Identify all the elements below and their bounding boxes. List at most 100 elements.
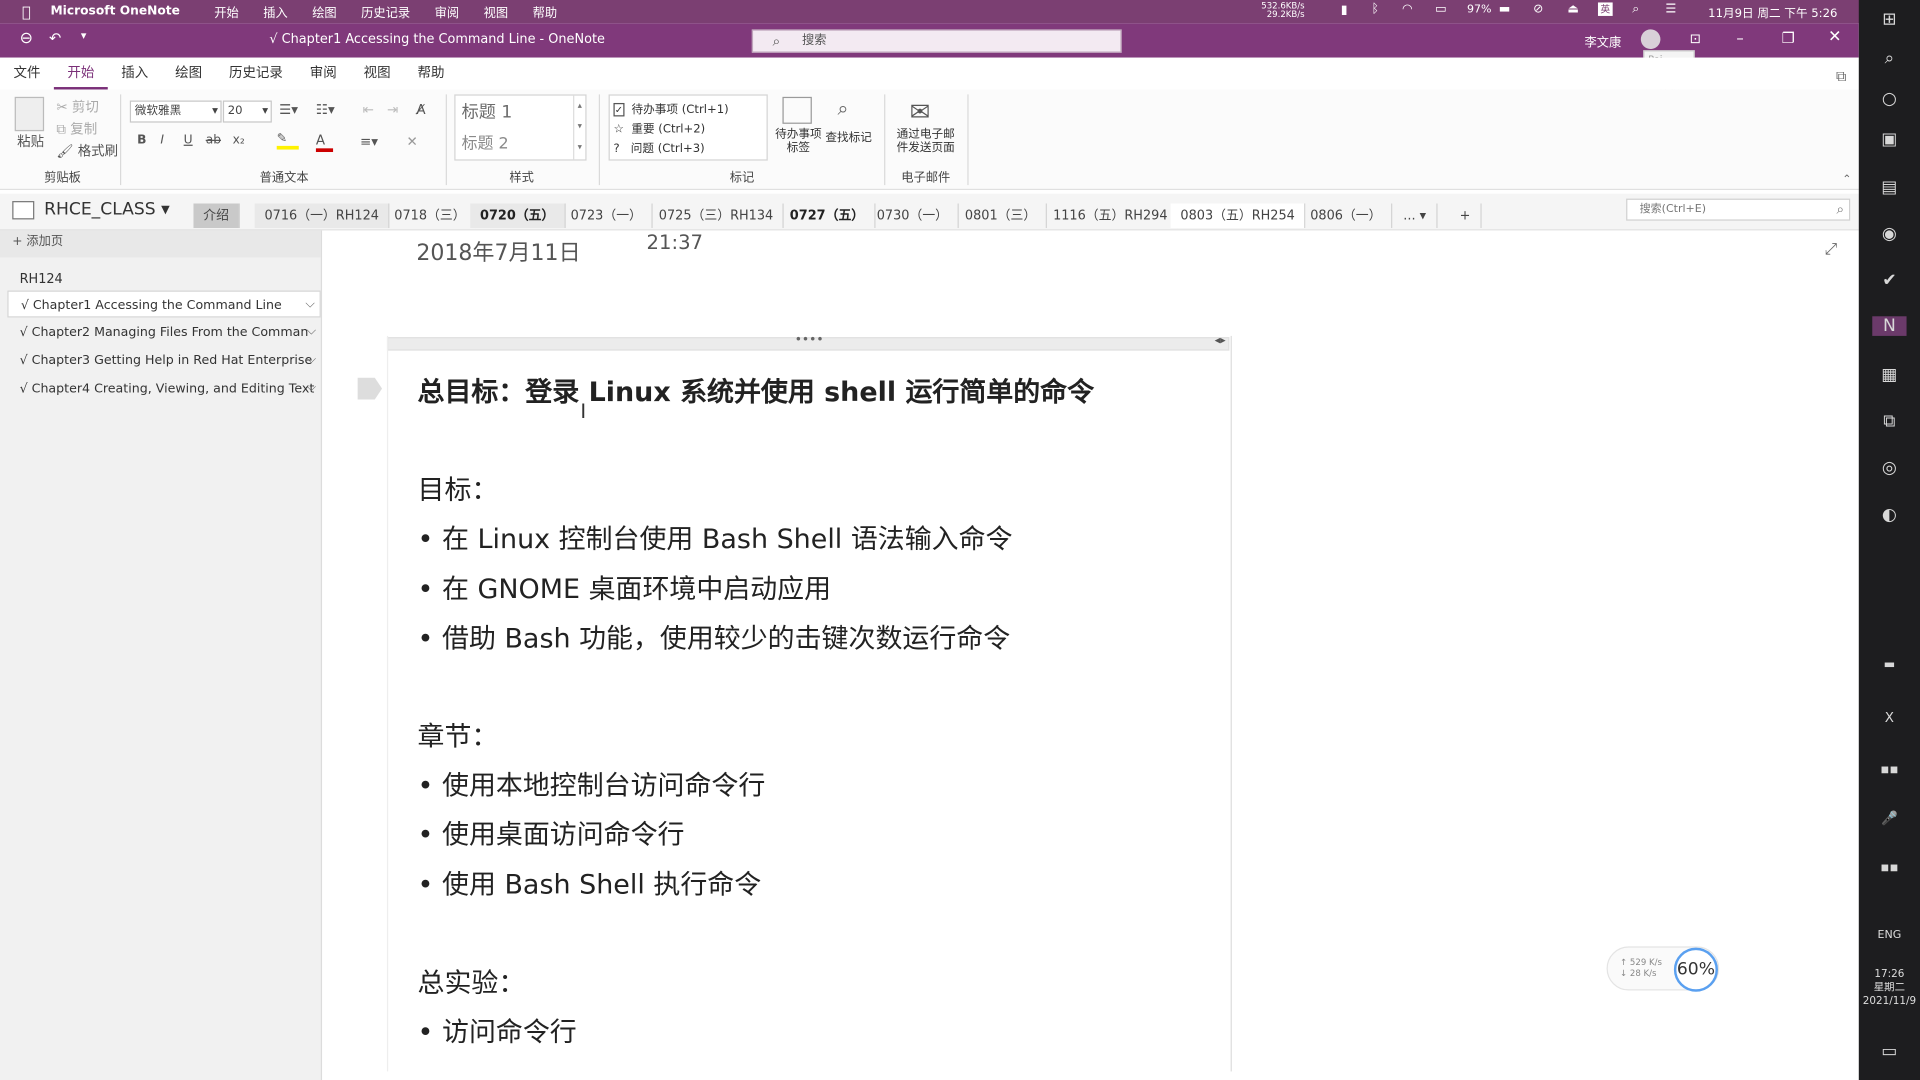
indent-icon[interactable]: ⇥: [387, 102, 398, 118]
font-size-select[interactable]: 20 ▾: [222, 100, 272, 123]
section-tab[interactable]: 0723（一）: [561, 203, 653, 229]
note-line[interactable]: • 使用 Bash Shell 执行命令: [418, 863, 762, 902]
note-text[interactable]: 总目标：登录 Linux 系统并使用 shell 运行简单的命令 目标： • 在…: [386, 335, 1232, 1072]
note-heading[interactable]: 总目标：登录 Linux 系统并使用 shell 运行简单的命令: [418, 370, 1095, 409]
title-search-input[interactable]: ⌕ 搜索: [751, 29, 1122, 53]
format-painter-button[interactable]: 🖌 格式刷: [56, 141, 118, 161]
font-color-button[interactable]: A: [315, 132, 334, 153]
app-icon[interactable]: ▤: [1880, 178, 1900, 198]
heading1-style[interactable]: 标题 1: [462, 99, 513, 124]
windows-start-icon[interactable]: ⊞: [1880, 10, 1900, 30]
find-tags-icon[interactable]: ⌕: [838, 97, 849, 122]
tab-review[interactable]: 审阅: [296, 63, 350, 90]
mac-menu-insert[interactable]: 插入: [263, 2, 287, 20]
restore-button[interactable]: ❐: [1782, 29, 1795, 46]
strikethrough-button[interactable]: ab: [206, 134, 221, 147]
section-tab[interactable]: 0716（一）RH124: [254, 203, 390, 229]
page-item[interactable]: √ Chapter2 Managing Files From the Comma…: [7, 319, 320, 346]
tab-help[interactable]: 帮助: [404, 63, 458, 90]
section-tab[interactable]: 0730（一）: [867, 203, 960, 229]
todo-tag-icon[interactable]: [782, 96, 812, 124]
section-tab[interactable]: 0801（三）: [955, 203, 1048, 229]
expand-icon[interactable]: ⤢: [1825, 240, 1838, 258]
undo-icon[interactable]: ↶: [49, 29, 61, 46]
section-tab[interactable]: 1116（五）RH294: [1043, 203, 1179, 229]
email-icon[interactable]: ✉: [910, 97, 931, 126]
note-line[interactable]: 总实验：: [418, 961, 526, 1000]
note-line[interactable]: • 在 Linux 控制台使用 Bash Shell 语法输入命令: [418, 517, 1013, 556]
subscript-button[interactable]: x₂: [233, 134, 245, 147]
ribbon-display-icon[interactable]: ⊡: [1690, 31, 1701, 47]
align-icon[interactable]: ≡▾: [360, 134, 378, 150]
note-line[interactable]: • 借助 Bash 功能，使用较少的击键次数运行命令: [418, 617, 1011, 656]
tab-home[interactable]: 开始: [53, 63, 108, 90]
paste-icon[interactable]: [14, 96, 45, 132]
tag-important[interactable]: ☆ 重要 (Ctrl+2): [613, 119, 705, 136]
language-indicator[interactable]: ENG: [1859, 929, 1920, 941]
x-app-icon[interactable]: X: [1880, 709, 1900, 729]
search-icon[interactable]: ⌕: [1880, 49, 1900, 69]
quick-access-dropdown-icon[interactable]: ▾: [81, 31, 87, 43]
page-item[interactable]: √ Chapter4 Creating, Viewing, and Editin…: [7, 375, 320, 402]
mac-menu-review[interactable]: 审阅: [435, 2, 459, 20]
todo-tag-button[interactable]: 待办事项标签: [771, 127, 825, 154]
app-icon[interactable]: ⧉: [1880, 412, 1900, 432]
control-center-icon[interactable]: ☰: [1665, 2, 1676, 15]
bluetooth-icon[interactable]: ᛒ: [1371, 2, 1378, 15]
section-tab[interactable]: 介绍: [193, 203, 241, 229]
tray-icon[interactable]: ▪▪: [1880, 760, 1900, 780]
mac-menu-view[interactable]: 视图: [484, 2, 508, 20]
highlight-icon[interactable]: ✎: [276, 132, 299, 150]
minimize-button[interactable]: –: [1736, 29, 1743, 46]
task-view-icon[interactable]: ▣: [1880, 130, 1900, 150]
input-method-icon[interactable]: 英: [1597, 2, 1613, 16]
section-tab[interactable]: 0803（五）RH254: [1170, 203, 1306, 229]
note-line[interactable]: • 访问命令行: [418, 1010, 577, 1049]
spotlight-icon[interactable]: ⌕: [1632, 2, 1639, 15]
user-avatar[interactable]: [1640, 29, 1661, 50]
notebook-search-input[interactable]: 搜索(Ctrl+E) ⌕: [1626, 198, 1851, 221]
section-tab[interactable]: 0725（三）RH134: [649, 203, 785, 229]
eject-icon[interactable]: ⏏: [1567, 2, 1579, 15]
cut-button[interactable]: ✂ 剪切: [56, 97, 99, 117]
apple-icon[interactable]: : [22, 3, 31, 20]
underline-button[interactable]: U: [184, 134, 193, 147]
wifi-icon[interactable]: ◠: [1402, 2, 1413, 15]
section-tab[interactable]: 0718（三）: [384, 203, 477, 229]
todo-app-icon[interactable]: ✔: [1880, 271, 1900, 291]
section-tab[interactable]: 0720（五）: [470, 203, 566, 229]
mac-menu-start[interactable]: 开始: [214, 2, 238, 20]
tab-view[interactable]: 视图: [350, 63, 404, 90]
more-sections-button[interactable]: ... ▾: [1393, 203, 1438, 229]
browser-icon[interactable]: ◉: [1880, 224, 1900, 244]
clear-formatting-icon[interactable]: A̸: [416, 102, 425, 118]
notebook-name[interactable]: RHCE_CLASS ▾: [44, 200, 170, 220]
tags-gallery[interactable]: ✓ 待办事项 (Ctrl+1) ☆ 重要 (Ctrl+2) ? 问题 (Ctrl…: [608, 94, 768, 161]
styles-gallery[interactable]: 标题 1 标题 2 ▴ ▾ ▾: [454, 94, 587, 161]
menubar-clock[interactable]: 11月9日 周二 下午 5:26: [1708, 4, 1837, 20]
app-icon[interactable]: ◐: [1880, 505, 1900, 525]
display-icon[interactable]: ▭: [1435, 2, 1447, 15]
cortana-icon[interactable]: ○: [1880, 89, 1900, 109]
delete-icon[interactable]: ✕: [407, 134, 418, 150]
onenote-icon[interactable]: N: [1872, 316, 1907, 336]
font-family-select[interactable]: 微软雅黑 ▾: [129, 100, 222, 123]
tag-todo[interactable]: ✓ 待办事项 (Ctrl+1): [613, 99, 729, 117]
speed-widget[interactable]: ↑ 529 K/s ↓ 28 K/s 60%: [1606, 946, 1720, 992]
back-icon[interactable]: ⊖: [20, 29, 33, 47]
note-line[interactable]: • 在 GNOME 桌面环境中启动应用: [418, 568, 831, 607]
collapse-ribbon-icon[interactable]: ⌃: [1842, 174, 1851, 186]
bullets-icon[interactable]: ☰▾: [279, 102, 298, 118]
app-icon[interactable]: ▦: [1880, 365, 1900, 385]
email-page-button[interactable]: 通过电子邮件发送页面: [894, 127, 958, 154]
note-line[interactable]: • 使用桌面访问命令行: [418, 813, 685, 852]
mac-menu-history[interactable]: 历史记录: [361, 2, 410, 20]
section-tab[interactable]: 0727（五）: [780, 203, 876, 229]
taskbar-clock[interactable]: 17:26 星期二 2021/11/9: [1859, 968, 1920, 1008]
battery-icon[interactable]: ▬: [1499, 2, 1511, 15]
phone-icon[interactable]: ▮: [1341, 4, 1348, 17]
page-item[interactable]: √ Chapter1 Accessing the Command Line ⌵: [7, 290, 321, 318]
italic-button[interactable]: I: [160, 134, 164, 147]
tab-draw[interactable]: 绘图: [162, 63, 216, 90]
add-page-button[interactable]: + 添加页: [0, 230, 321, 258]
